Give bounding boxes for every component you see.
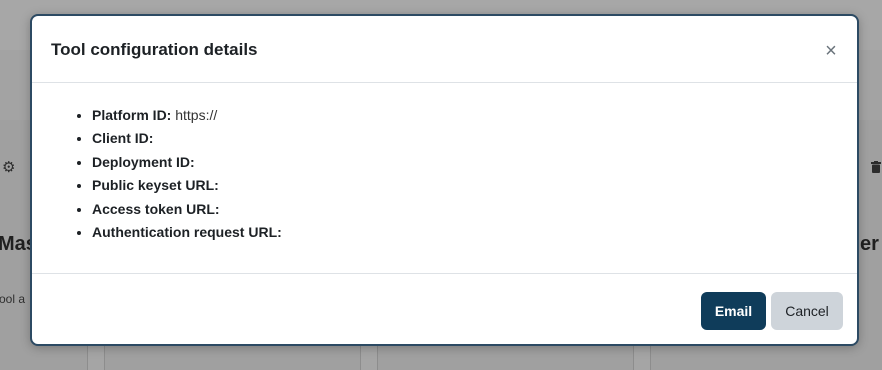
list-item-client-id: Client ID:	[92, 127, 282, 150]
configuration-details-list: Platform ID: https:// Client ID: Deploym…	[72, 104, 282, 244]
detail-label: Platform ID:	[92, 107, 172, 123]
detail-label: Authentication request URL:	[92, 223, 282, 240]
cancel-button[interactable]: Cancel	[771, 292, 843, 330]
list-item-public-keyset-url: Public keyset URL:	[92, 174, 282, 197]
detail-label: Client ID:	[92, 130, 154, 147]
list-item-platform-id: Platform ID: https://	[92, 104, 282, 127]
email-button[interactable]: Email	[701, 292, 766, 330]
detail-label: Access token URL:	[92, 200, 220, 217]
list-item-access-token-url: Access token URL:	[92, 198, 282, 221]
detail-label: Public keyset URL:	[92, 177, 219, 194]
detail-value: https://	[175, 107, 218, 123]
list-item-deployment-id: Deployment ID:	[92, 151, 282, 174]
list-item-authentication-request-url: Authentication request URL:	[92, 221, 282, 244]
modal-footer: Email Cancel	[32, 273, 857, 346]
modal-header: Tool configuration details ×	[32, 16, 857, 83]
close-icon[interactable]: ×	[823, 41, 839, 61]
modal-title: Tool configuration details	[51, 40, 258, 59]
modal-body: Platform ID: https:// Client ID: Deploym…	[32, 83, 857, 273]
tool-configuration-modal: Tool configuration details × Platform ID…	[30, 14, 859, 346]
detail-label: Deployment ID:	[92, 153, 195, 170]
